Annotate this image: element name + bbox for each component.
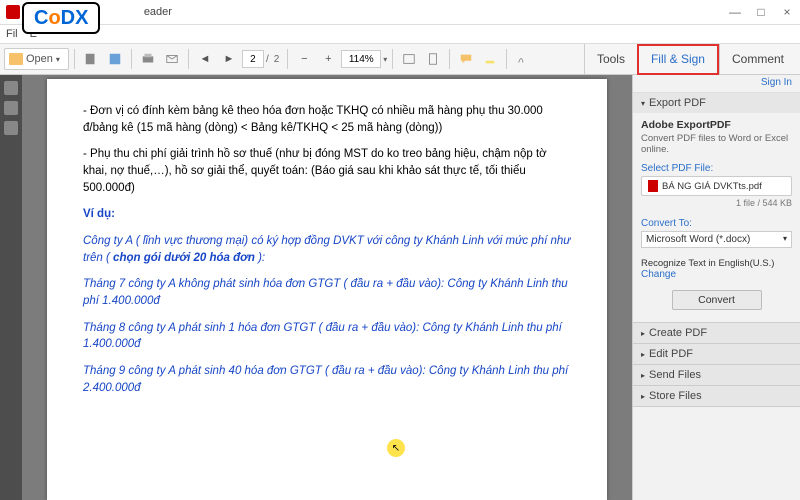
edit-pdf-header[interactable]: Edit PDF — [633, 344, 800, 364]
maximize-button[interactable]: □ — [754, 5, 768, 19]
separator — [74, 49, 75, 69]
sign-icon[interactable] — [512, 48, 534, 70]
convert-to-label: Convert To: — [641, 218, 792, 229]
separator — [287, 49, 288, 69]
example-heading: Ví dụ: — [83, 206, 571, 223]
chevron-down-icon: ▾ — [783, 234, 787, 245]
export-pdf-section: Export PDF Adobe ExportPDF Convert PDF f… — [633, 93, 800, 323]
bookmarks-icon[interactable] — [4, 101, 18, 115]
separator — [506, 49, 507, 69]
convert-format-select[interactable]: Microsoft Word (*.docx) ▾ — [641, 231, 792, 248]
cursor-highlight-icon: ↖ — [387, 439, 405, 457]
menubar: Fil E — [0, 25, 800, 44]
comment-bubble-icon[interactable] — [455, 48, 477, 70]
minimize-button[interactable]: — — [728, 5, 742, 19]
email-icon[interactable] — [161, 48, 183, 70]
menu-file[interactable]: Fil — [6, 28, 18, 40]
separator — [188, 49, 189, 69]
page-up-icon[interactable]: ◄ — [194, 48, 216, 70]
paragraph: - Đơn vị có đính kèm bảng kê theo hóa đơ… — [83, 103, 571, 136]
tab-tools[interactable]: Tools — [584, 44, 637, 75]
tab-comment[interactable]: Comment — [719, 44, 796, 75]
document-viewport[interactable]: - Đơn vị có đính kèm bảng kê theo hóa đơ… — [22, 75, 632, 500]
pdf-file-icon — [648, 180, 658, 192]
toolbar: Open ▾ ◄ ► / 2 − + ▾ Tools Fill & Sign C… — [0, 44, 800, 75]
pdf-page: - Đơn vị có đính kèm bảng kê theo hóa đơ… — [47, 79, 607, 500]
zoom-in-icon[interactable]: + — [317, 48, 339, 70]
zoom-out-icon[interactable]: − — [293, 48, 315, 70]
export-subtitle: Convert PDF files to Word or Excel onlin… — [641, 133, 792, 155]
close-button[interactable]: × — [780, 5, 794, 19]
page-down-icon[interactable]: ► — [218, 48, 240, 70]
export-pdf-header[interactable]: Export PDF — [633, 93, 800, 113]
sidebar-strip — [0, 75, 22, 500]
example-line: Tháng 7 công ty A không phát sinh hóa đơ… — [83, 276, 571, 309]
pdf-doc-icon — [6, 5, 20, 19]
selected-file-chip[interactable]: BÁ NG GIÁ DVKTts.pdf — [641, 176, 792, 196]
convert-button[interactable]: Convert — [672, 290, 762, 310]
change-lang-link[interactable]: Change — [641, 269, 792, 280]
file-name: BÁ NG GIÁ DVKTts.pdf — [662, 181, 762, 192]
highlight-icon[interactable] — [479, 48, 501, 70]
tab-fill-sign[interactable]: Fill & Sign — [637, 44, 719, 75]
main-tabs: Tools Fill & Sign Comment — [584, 44, 796, 75]
window-title: BÁ xxxxxxxxxxxxxxxxxx eader — [24, 6, 728, 18]
select-file-label: Select PDF File: — [641, 163, 792, 174]
open-button[interactable]: Open ▾ — [4, 48, 69, 70]
page-total: 2 — [271, 54, 283, 65]
create-pdf-header[interactable]: Create PDF — [633, 323, 800, 343]
store-files-header[interactable]: Store Files — [633, 386, 800, 406]
separator — [449, 49, 450, 69]
fit-page-icon[interactable] — [422, 48, 444, 70]
codx-logo: CoDX — [22, 2, 100, 34]
print-icon[interactable] — [137, 48, 159, 70]
save-icon[interactable] — [104, 48, 126, 70]
attachments-icon[interactable] — [4, 121, 18, 135]
create-pdf-icon[interactable] — [80, 48, 102, 70]
example-line: Công ty A ( lĩnh vực thương mại) có ký h… — [83, 233, 571, 266]
separator — [131, 49, 132, 69]
send-files-header[interactable]: Send Files — [633, 365, 800, 385]
fit-width-icon[interactable] — [398, 48, 420, 70]
window-controls: — □ × — [728, 5, 794, 19]
file-meta: 1 file / 544 KB — [641, 198, 792, 208]
paragraph: - Phụ thu chi phí giải trình hồ sơ thuế … — [83, 146, 571, 196]
example-line: Tháng 8 công ty A phát sinh 1 hóa đơn GT… — [83, 320, 571, 353]
tools-panel: Sign In Export PDF Adobe ExportPDF Conve… — [632, 75, 800, 500]
page-number-input[interactable] — [242, 50, 264, 68]
zoom-input[interactable] — [341, 50, 381, 68]
recognize-text-label: Recognize Text in English(U.S.) — [641, 258, 792, 269]
thumbnails-icon[interactable] — [4, 81, 18, 95]
body-area: - Đơn vị có đính kèm bảng kê theo hóa đơ… — [0, 75, 800, 500]
folder-icon — [9, 53, 23, 65]
example-line: Tháng 9 công ty A phát sinh 40 hóa đơn G… — [83, 363, 571, 396]
export-title: Adobe ExportPDF — [641, 119, 792, 131]
separator — [392, 49, 393, 69]
sign-in-link[interactable]: Sign In — [633, 75, 800, 93]
page-separator: / — [266, 54, 269, 65]
titlebar: BÁ xxxxxxxxxxxxxxxxxx eader — □ × — [0, 0, 800, 25]
